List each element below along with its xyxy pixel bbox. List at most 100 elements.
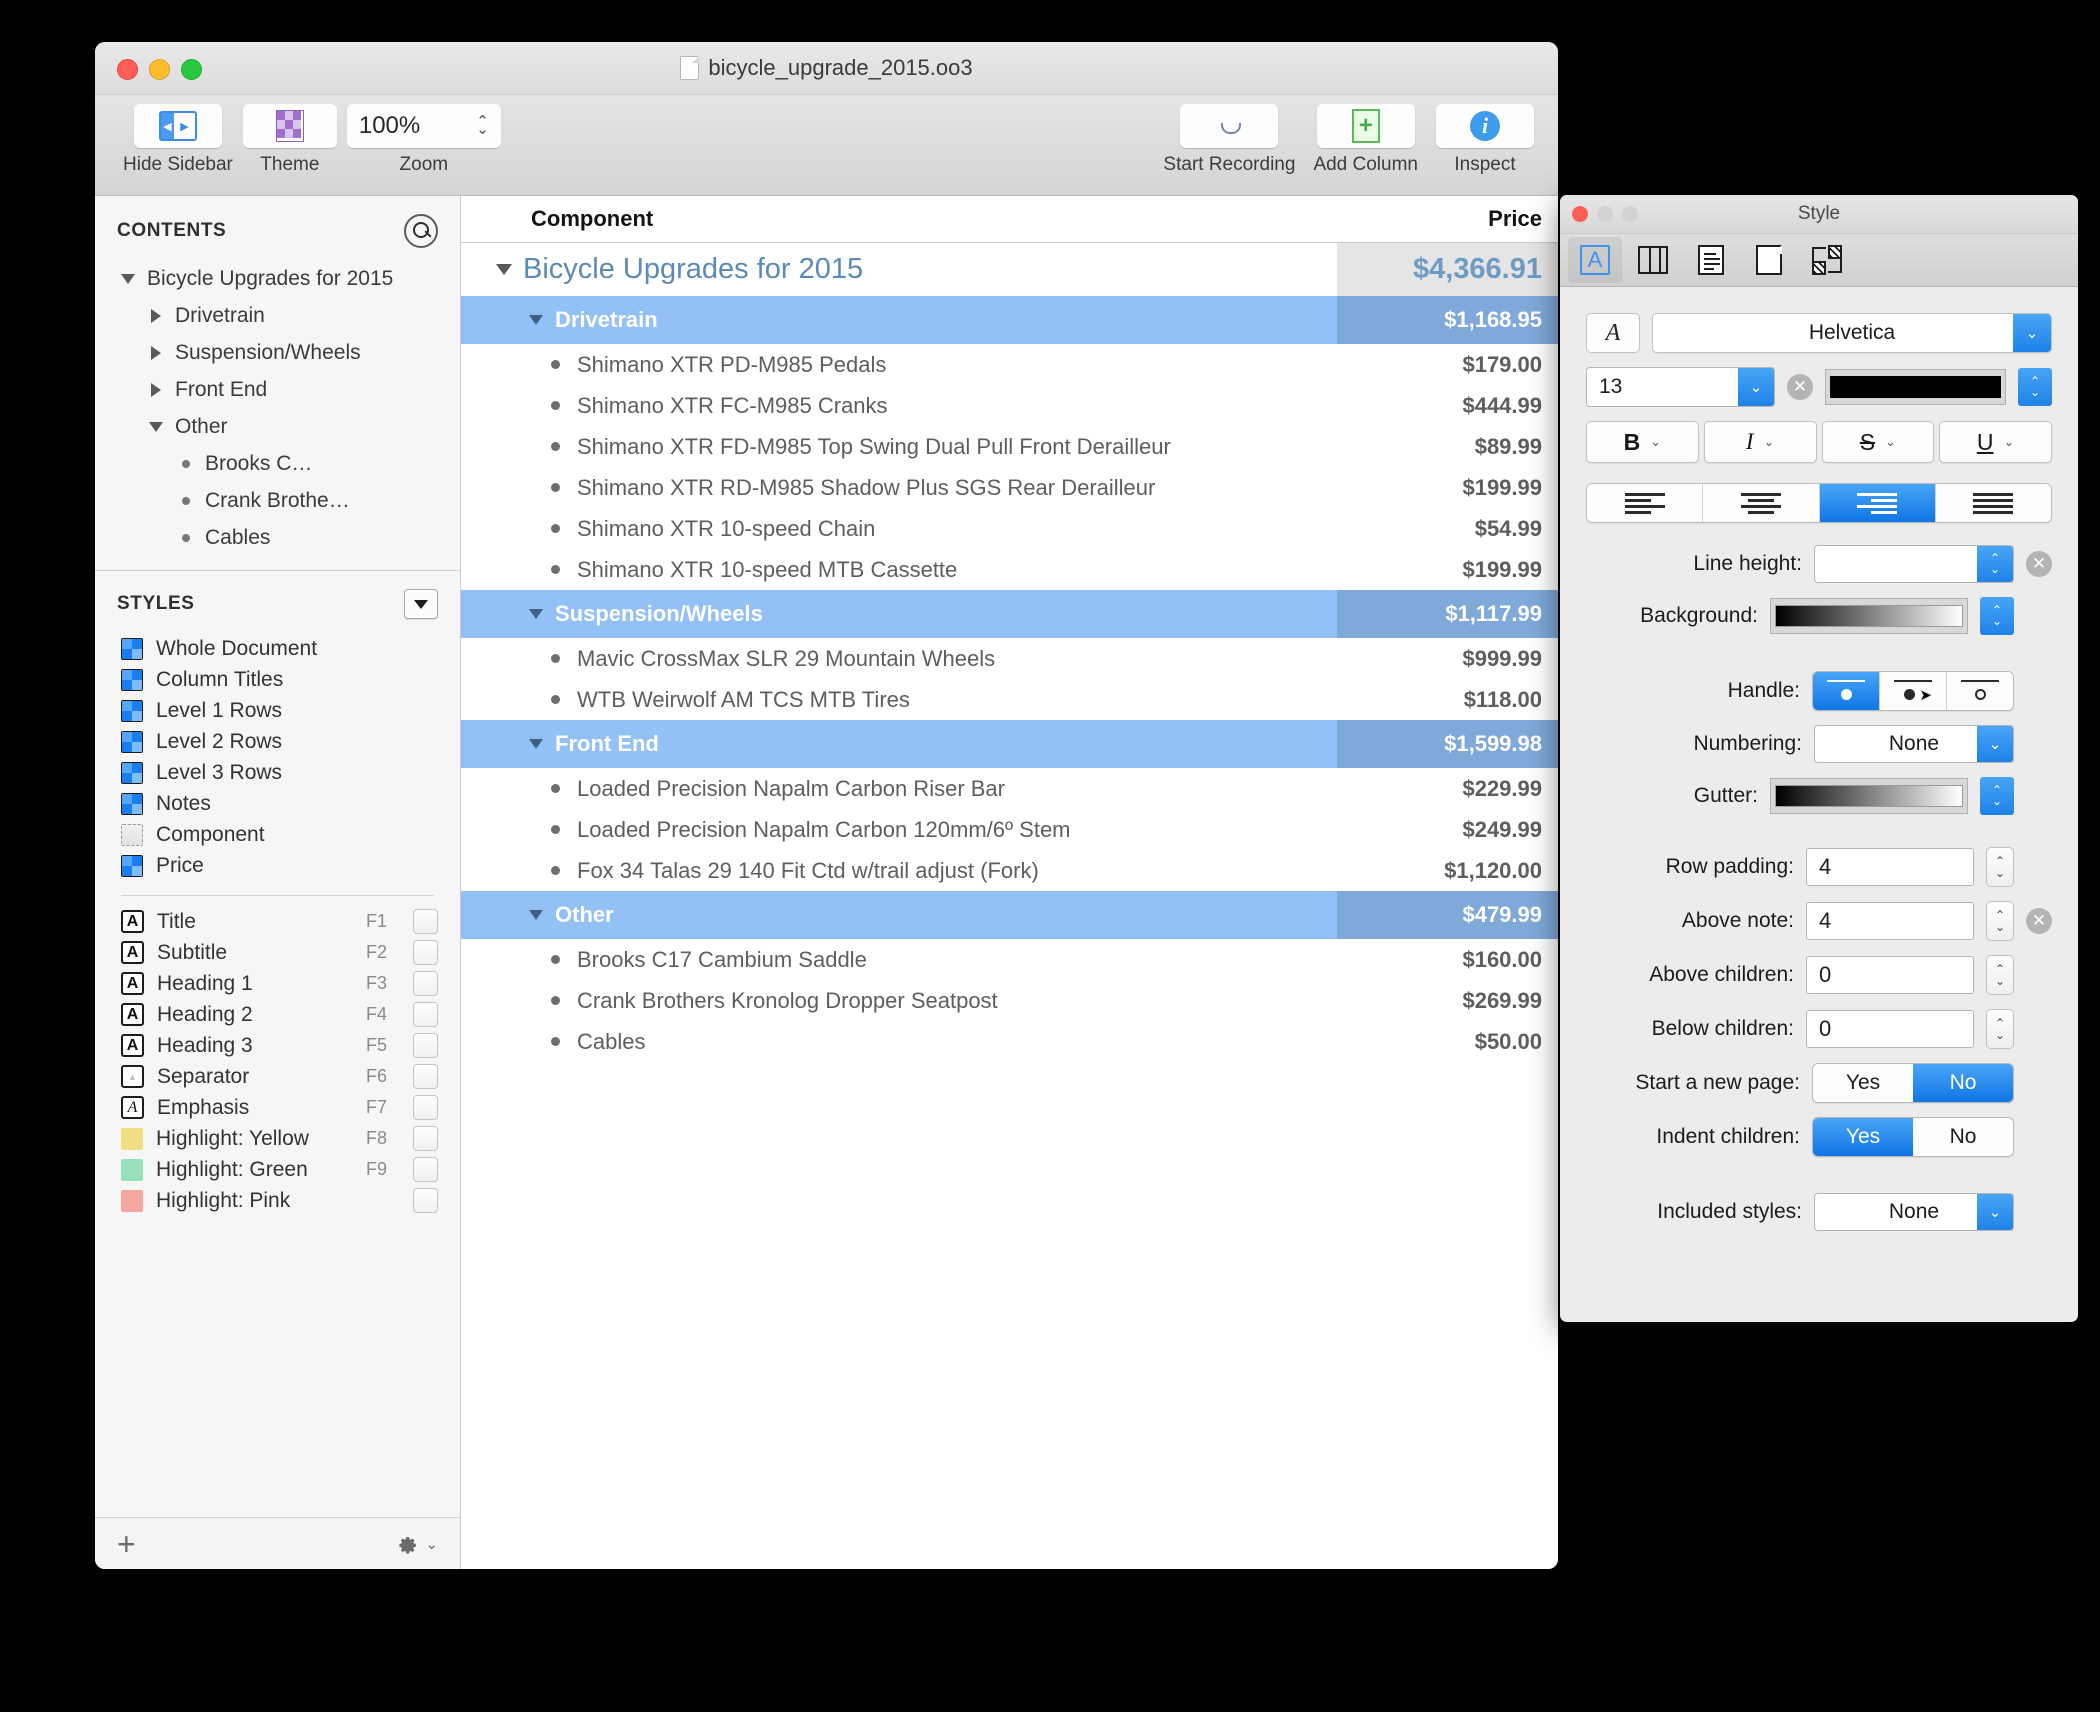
- italic-button[interactable]: I ⌄: [1703, 421, 1817, 463]
- tab-theme[interactable]: [1800, 237, 1854, 283]
- table-row-section-drivetrain[interactable]: Drivetrain $1,168.95: [461, 296, 1558, 344]
- chevron-down-icon[interactable]: ⌄: [1764, 434, 1775, 450]
- disclosure-down-icon[interactable]: [523, 910, 549, 920]
- named-style-highlight-pink[interactable]: Highlight: Pink: [95, 1185, 460, 1216]
- named-style-checkbox[interactable]: [413, 909, 438, 934]
- tab-page[interactable]: [1742, 237, 1796, 283]
- chevron-down-icon[interactable]: ⌄: [1885, 434, 1896, 450]
- start-new-page-yes[interactable]: Yes: [1813, 1064, 1913, 1102]
- zoom-stepper[interactable]: ⌃ ⌄: [476, 114, 489, 137]
- numbering-select[interactable]: None ⌄: [1814, 725, 2014, 763]
- outline-item-root[interactable]: Bicycle Upgrades for 2015: [95, 260, 460, 297]
- outline-item-drivetrain[interactable]: Drivetrain: [95, 297, 460, 334]
- disclosure-right-icon[interactable]: [145, 308, 167, 323]
- align-right-button[interactable]: [1819, 484, 1936, 522]
- disclosure-down-icon[interactable]: [117, 273, 139, 284]
- chevron-down-icon[interactable]: ⌄: [2003, 434, 2014, 450]
- column-header-component[interactable]: Component: [461, 206, 1337, 232]
- disclosure-down-icon[interactable]: [491, 264, 517, 275]
- inspector-close-button[interactable]: [1572, 206, 1588, 222]
- tab-columns[interactable]: [1626, 237, 1680, 283]
- table-row[interactable]: Fox 34 Talas 29 140 Fit Ctd w/trail adju…: [461, 850, 1558, 891]
- named-style-checkbox[interactable]: [413, 1157, 438, 1182]
- clear-above-note-button[interactable]: ✕: [2026, 908, 2052, 934]
- start-new-page-no[interactable]: No: [1913, 1064, 2013, 1102]
- named-style-emphasis[interactable]: A Emphasis F7: [95, 1092, 460, 1123]
- table-row[interactable]: Shimano XTR FD-M985 Top Swing Dual Pull …: [461, 426, 1558, 467]
- row-padding-input[interactable]: 4: [1806, 848, 1974, 886]
- styles-menu-button[interactable]: [404, 589, 438, 619]
- table-row[interactable]: Shimano XTR PD-M985 Pedals $179.00: [461, 344, 1558, 385]
- gutter-stepper[interactable]: ⌃ ⌄: [1980, 777, 2014, 815]
- style-item-level-3-rows[interactable]: Level 3 Rows: [95, 757, 460, 788]
- text-color-well[interactable]: [1825, 369, 2006, 405]
- theme-button[interactable]: Theme: [242, 104, 337, 176]
- table-row[interactable]: Brooks C17 Cambium Saddle $160.00: [461, 939, 1558, 980]
- disclosure-down-icon[interactable]: [523, 609, 549, 619]
- disclosure-down-icon[interactable]: [523, 315, 549, 325]
- inspector-window-controls[interactable]: [1572, 206, 1638, 222]
- hide-sidebar-button[interactable]: ◀ ▶ Hide Sidebar: [123, 104, 233, 176]
- named-style-heading-1[interactable]: A Heading 1 F3: [95, 968, 460, 999]
- clear-font-size-button[interactable]: ✕: [1787, 374, 1813, 400]
- named-style-heading-2[interactable]: A Heading 2 F4: [95, 999, 460, 1030]
- style-item-price[interactable]: Price: [95, 850, 460, 881]
- outline-item-other[interactable]: Other: [95, 408, 460, 445]
- named-style-title[interactable]: A Title F1: [95, 906, 460, 937]
- named-style-checkbox[interactable]: [413, 1033, 438, 1058]
- disclosure-down-icon[interactable]: [523, 739, 549, 749]
- line-height-input[interactable]: ⌃ ⌄: [1814, 545, 2014, 583]
- start-recording-button[interactable]: Start Recording: [1163, 104, 1295, 176]
- add-column-button[interactable]: + Add Column: [1313, 104, 1418, 176]
- text-color-stepper[interactable]: ⌃ ⌄: [2018, 368, 2052, 406]
- named-style-highlight-yellow[interactable]: Highlight: Yellow F8: [95, 1123, 460, 1154]
- background-stepper[interactable]: ⌃ ⌄: [1980, 597, 2014, 635]
- handle-pointer-button[interactable]: ➤: [1880, 672, 1947, 710]
- named-style-checkbox[interactable]: [413, 940, 438, 965]
- named-style-checkbox[interactable]: [413, 1188, 438, 1213]
- inspector-minimize-button[interactable]: [1597, 206, 1613, 222]
- disclosure-down-icon[interactable]: [145, 421, 167, 432]
- handle-hollow-dot-button[interactable]: [1947, 672, 2013, 710]
- table-row[interactable]: Loaded Precision Napalm Carbon 120mm/6º …: [461, 809, 1558, 850]
- table-row[interactable]: Shimano XTR FC-M985 Cranks $444.99: [461, 385, 1558, 426]
- search-icon[interactable]: [404, 214, 438, 248]
- table-row[interactable]: Shimano XTR 10-speed MTB Cassette $199.9…: [461, 549, 1558, 590]
- tab-text[interactable]: A: [1568, 237, 1622, 283]
- tab-document[interactable]: [1684, 237, 1738, 283]
- align-left-button[interactable]: [1587, 484, 1704, 522]
- inspector-zoom-button[interactable]: [1622, 206, 1638, 222]
- table-row[interactable]: Shimano XTR 10-speed Chain $54.99: [461, 508, 1558, 549]
- above-children-stepper[interactable]: ⌃ ⌄: [1986, 955, 2014, 995]
- inspect-button[interactable]: i Inspect: [1436, 104, 1534, 176]
- font-panel-button[interactable]: A: [1586, 313, 1640, 353]
- table-row[interactable]: Crank Brothers Kronolog Dropper Seatpost…: [461, 980, 1558, 1021]
- outline-item-front-end[interactable]: Front End: [95, 371, 460, 408]
- style-item-whole-document[interactable]: Whole Document: [95, 633, 460, 664]
- font-family-select[interactable]: Helvetica ⌄: [1652, 313, 2052, 353]
- table-row-section-front-end[interactable]: Front End $1,599.98: [461, 720, 1558, 768]
- named-style-checkbox[interactable]: [413, 1095, 438, 1120]
- align-center-button[interactable]: [1703, 484, 1820, 522]
- outline-item-cables[interactable]: Cables: [95, 519, 460, 556]
- above-children-input[interactable]: 0: [1806, 956, 1974, 994]
- named-style-checkbox[interactable]: [413, 1126, 438, 1151]
- named-style-separator[interactable]: ▲ Separator F6: [95, 1061, 460, 1092]
- table-row-section-suspension-wheels[interactable]: Suspension/Wheels $1,117.99: [461, 590, 1558, 638]
- outline-item-crank-brothers[interactable]: Crank Brothe…: [95, 482, 460, 519]
- clear-line-height-button[interactable]: ✕: [2026, 551, 2052, 577]
- style-item-level-1-rows[interactable]: Level 1 Rows: [95, 695, 460, 726]
- underline-button[interactable]: U ⌄: [1939, 421, 2052, 463]
- zoom-value[interactable]: 100%: [359, 112, 420, 140]
- row-padding-stepper[interactable]: ⌃ ⌄: [1986, 847, 2014, 887]
- style-actions-menu[interactable]: ⌄: [395, 1532, 438, 1556]
- handle-filled-dot-button[interactable]: [1813, 672, 1880, 710]
- named-style-checkbox[interactable]: [413, 971, 438, 996]
- below-children-stepper[interactable]: ⌃ ⌄: [1986, 1009, 2014, 1049]
- indent-children-no[interactable]: No: [1913, 1118, 2013, 1156]
- zoom-control[interactable]: 100% ⌃ ⌄ Zoom: [346, 104, 501, 176]
- table-row-section-other[interactable]: Other $479.99: [461, 891, 1558, 939]
- disclosure-right-icon[interactable]: [145, 345, 167, 360]
- table-row[interactable]: Mavic CrossMax SLR 29 Mountain Wheels $9…: [461, 638, 1558, 679]
- outline-item-suspension-wheels[interactable]: Suspension/Wheels: [95, 334, 460, 371]
